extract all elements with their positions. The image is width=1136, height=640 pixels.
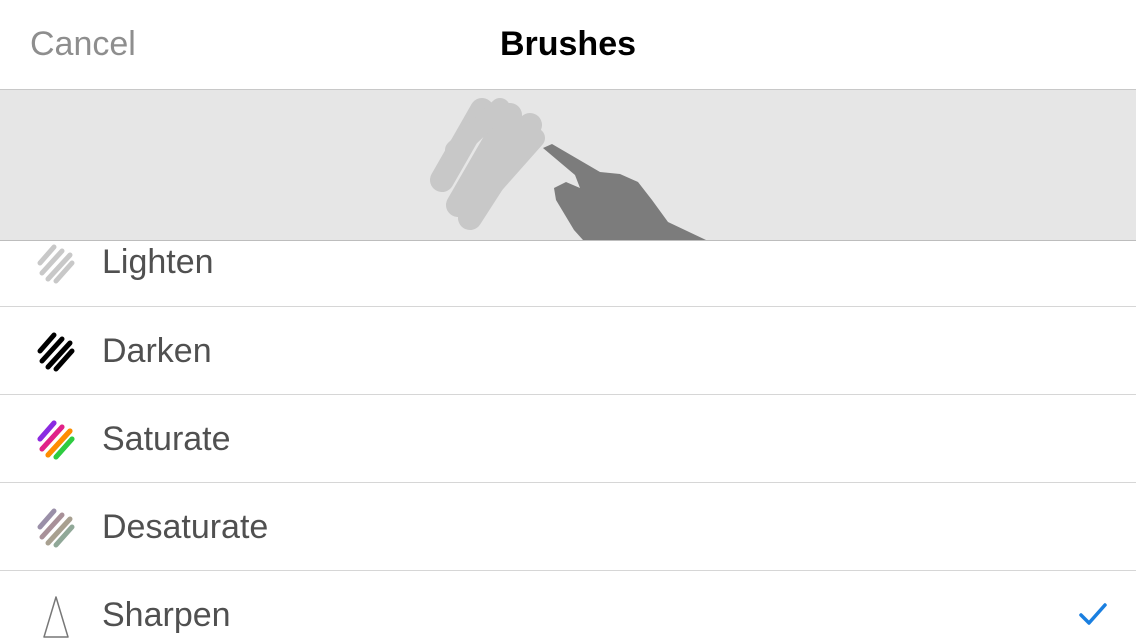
scribble-icon bbox=[430, 98, 545, 230]
desaturate-scribble-icon bbox=[37, 508, 75, 548]
sharpen-cone-icon bbox=[43, 596, 69, 638]
preview-illustration bbox=[430, 98, 706, 240]
list-item-label: Sharpen bbox=[102, 596, 231, 634]
saturate-scribble-icon bbox=[37, 420, 75, 460]
list-item-desaturate[interactable]: Desaturate bbox=[0, 483, 1136, 571]
checkmark-icon bbox=[1079, 603, 1107, 625]
lighten-scribble-icon bbox=[37, 244, 75, 284]
list-item-label: Desaturate bbox=[102, 508, 269, 546]
page-title: Brushes bbox=[499, 25, 637, 63]
list-item-label: Darken bbox=[102, 332, 212, 370]
navigation-bar: Cancel Brushes bbox=[0, 0, 1136, 90]
brush-list: Lighten Darken Saturate Desaturate Sharp… bbox=[0, 241, 1136, 640]
list-item-lighten[interactable]: Lighten bbox=[0, 241, 1136, 307]
list-item-label: Lighten bbox=[102, 243, 214, 281]
list-item-darken[interactable]: Darken bbox=[0, 307, 1136, 395]
darken-scribble-icon bbox=[37, 332, 75, 372]
list-item-label: Saturate bbox=[102, 420, 231, 458]
list-item-sharpen[interactable]: Sharpen bbox=[0, 571, 1136, 640]
cancel-button[interactable]: Cancel bbox=[30, 0, 136, 89]
brush-preview[interactable] bbox=[0, 90, 1136, 241]
list-item-saturate[interactable]: Saturate bbox=[0, 395, 1136, 483]
pointing-hand-icon bbox=[543, 144, 706, 240]
